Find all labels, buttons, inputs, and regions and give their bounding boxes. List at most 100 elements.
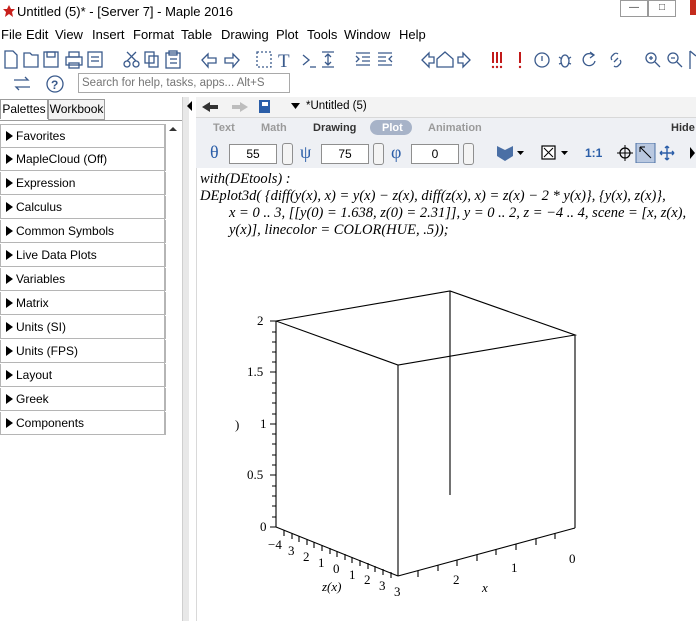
ztick-minus4: −4 — [268, 537, 282, 552]
help-search-input[interactable] — [78, 73, 290, 93]
expand-arrow-icon — [6, 298, 13, 308]
expand-arrow-icon — [6, 131, 13, 141]
palette-calculus[interactable]: Calculus — [0, 196, 166, 219]
theta-input[interactable]: 55 — [229, 144, 277, 164]
palette-components[interactable]: Components — [0, 412, 166, 435]
back-arrow-icon[interactable] — [200, 100, 220, 114]
menu-table[interactable]: Table — [181, 27, 212, 42]
plot-tool-icons[interactable] — [615, 143, 696, 163]
ctx-tab-drawing[interactable]: Drawing — [313, 122, 356, 134]
expand-arrow-icon — [6, 226, 13, 236]
palette-units-si[interactable]: Units (SI) — [0, 316, 166, 339]
palette-expression[interactable]: Expression — [0, 172, 166, 195]
phi-input[interactable]: 0 — [411, 144, 459, 164]
expand-arrow-icon — [6, 250, 13, 260]
ratio-button[interactable]: 1:1 — [585, 146, 602, 160]
menu-view[interactable]: View — [55, 27, 83, 42]
svg-text:?: ? — [51, 78, 58, 92]
projection-icon[interactable] — [539, 143, 571, 163]
ztick-1b: 1 — [349, 567, 356, 582]
hide-button[interactable]: Hide — [671, 122, 695, 134]
xtick-0: 0 — [569, 551, 576, 566]
ztick-2b: 2 — [364, 572, 371, 587]
ctx-tab-plot[interactable]: Plot — [382, 122, 403, 134]
vtick-0-5: 0.5 — [247, 467, 263, 482]
document-tab-title[interactable]: *Untitled (5) — [306, 100, 367, 112]
scroll-up-icon[interactable] — [166, 123, 180, 135]
input-line-options[interactable]: y(x)], linecolor = COLOR(HUE, .5)); — [229, 222, 449, 239]
palette-live-data-plots[interactable]: Live Data Plots — [0, 244, 166, 267]
secondary-toolbar: ? — [0, 73, 696, 96]
ztick-3b: 3 — [379, 578, 386, 593]
expand-arrow-icon — [6, 370, 13, 380]
help-icon[interactable]: ? — [45, 74, 65, 94]
z-axis-label: z(x) — [321, 579, 342, 594]
psi-label: ψ — [300, 142, 312, 162]
tab-workbook[interactable]: Workbook — [48, 99, 105, 120]
palette-scrollbar-edge — [164, 124, 165, 435]
xtick-1: 1 — [511, 560, 518, 575]
palette-maplecloud[interactable]: MapleCloud (Off) — [0, 148, 166, 171]
close-button[interactable] — [690, 0, 696, 15]
minimize-button[interactable]: — — [620, 0, 648, 17]
ztick-3a: 3 — [288, 543, 295, 558]
collapse-panel-icon[interactable] — [186, 99, 194, 119]
main-toolbar: T — [0, 47, 696, 73]
forward-arrow-icon[interactable] — [230, 100, 250, 114]
tab-palettes[interactable]: Palettes — [0, 99, 48, 119]
expand-arrow-icon — [6, 154, 13, 164]
menu-plot[interactable]: Plot — [276, 27, 298, 42]
menu-bar: File Edit View Insert Format Table Drawi… — [0, 25, 696, 45]
vtick-0: 0 — [260, 519, 267, 534]
ztick-1a: 1 — [318, 555, 325, 570]
xtick-2: 2 — [453, 572, 460, 587]
menu-file[interactable]: File — [1, 27, 22, 42]
psi-input[interactable]: 75 — [321, 144, 369, 164]
swap-arrows-icon[interactable] — [12, 75, 32, 93]
input-line-ranges[interactable]: x = 0 .. 3, [[y(0) = 1.638, z(0) = 2.31]… — [229, 205, 686, 222]
plot3d-canvas[interactable]: 2 1.5 1 0.5 0 ) −4 3 2 1 0 1 2 3 z(x) 3 … — [200, 285, 596, 601]
ctx-tab-text[interactable]: Text — [213, 122, 235, 134]
ctx-tab-math[interactable]: Math — [261, 122, 287, 134]
palettes-panel: Palettes Workbook Favorites MapleCloud (… — [0, 97, 182, 621]
palette-common-symbols[interactable]: Common Symbols — [0, 220, 166, 243]
palette-favorites[interactable]: Favorites — [0, 124, 166, 148]
palette-matrix[interactable]: Matrix — [0, 292, 166, 315]
expand-arrow-icon — [6, 418, 13, 428]
expand-arrow-icon — [6, 346, 13, 356]
menu-window[interactable]: Window — [344, 27, 390, 42]
dropdown-arrow-icon[interactable] — [291, 103, 300, 110]
document-tab-bar: *Untitled (5) — [196, 97, 696, 118]
vtick-2: 2 — [257, 313, 264, 328]
maple-app-icon — [3, 5, 15, 17]
ztick-2a: 2 — [303, 549, 310, 564]
palette-units-fps[interactable]: Units (FPS) — [0, 340, 166, 363]
vtick-1-5: 1.5 — [247, 364, 263, 379]
menu-edit[interactable]: Edit — [26, 27, 48, 42]
menu-drawing[interactable]: Drawing — [221, 27, 269, 42]
menu-format[interactable]: Format — [133, 27, 174, 42]
phi-spinner[interactable] — [463, 143, 474, 165]
theta-spinner[interactable] — [282, 143, 293, 165]
plot3d-box — [270, 290, 578, 578]
ctx-tab-animation[interactable]: Animation — [428, 122, 482, 134]
palette-greek[interactable]: Greek — [0, 388, 166, 411]
maximize-button[interactable]: □ — [648, 0, 676, 17]
input-line-with[interactable]: with(DEtools) : — [200, 171, 291, 188]
x-axis-label: x — [481, 580, 488, 595]
input-line-deplot3d[interactable]: DEplot3d( {diff(y(x), x) = y(x) − z(x), … — [200, 188, 666, 205]
menu-tools[interactable]: Tools — [307, 27, 337, 42]
palette-layout[interactable]: Layout — [0, 364, 166, 387]
theta-label: θ — [210, 142, 219, 162]
tab-divider — [0, 120, 182, 121]
document-icon — [259, 100, 270, 113]
panel-splitter[interactable] — [182, 97, 189, 621]
expand-arrow-icon — [6, 322, 13, 332]
menu-insert[interactable]: Insert — [92, 27, 125, 42]
psi-spinner[interactable] — [373, 143, 384, 165]
palette-variables[interactable]: Variables — [0, 268, 166, 291]
menu-help[interactable]: Help — [399, 27, 426, 42]
axes-style-icon[interactable] — [494, 143, 526, 163]
xtick-3: 3 — [394, 584, 401, 599]
expand-arrow-icon — [6, 178, 13, 188]
